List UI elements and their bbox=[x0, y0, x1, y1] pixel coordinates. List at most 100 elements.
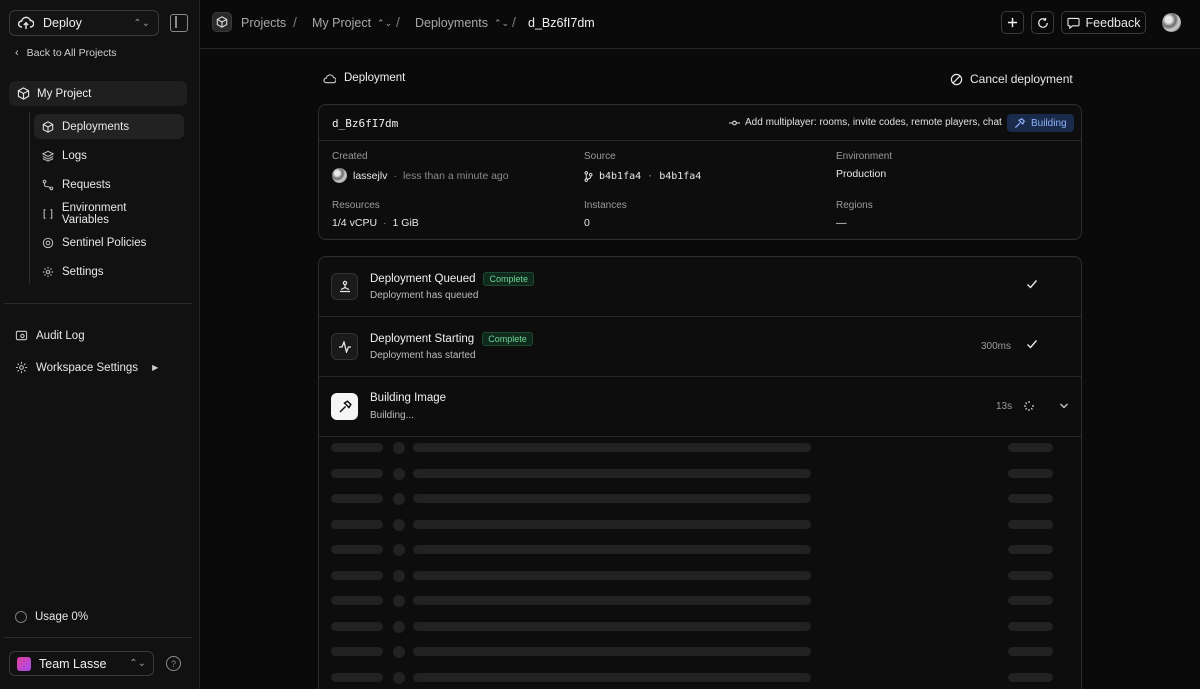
cube-icon bbox=[17, 87, 30, 100]
feedback-button[interactable]: Feedback bbox=[1061, 11, 1146, 34]
check-icon bbox=[1027, 280, 1038, 289]
sidebar-item-audit-log[interactable]: Audit Log bbox=[15, 329, 85, 342]
sidebar-item-environment-variables[interactable]: Environment Variables bbox=[34, 201, 184, 226]
skeleton-bar bbox=[1008, 494, 1053, 503]
created-value: lassejlv · less than a minute ago bbox=[332, 168, 509, 183]
app-name: Deploy bbox=[43, 16, 82, 30]
app-selector[interactable]: Deploy ⌃⌄ bbox=[9, 10, 159, 36]
sidebar-toggle-icon[interactable] bbox=[170, 14, 188, 32]
resources-cpu-unit: vCPU bbox=[349, 217, 378, 229]
section-header: Deployment bbox=[323, 72, 405, 84]
skeleton-dot bbox=[393, 518, 405, 531]
help-icon[interactable]: ? bbox=[166, 656, 181, 671]
skeleton-bar bbox=[413, 672, 811, 682]
commit-icon bbox=[729, 120, 740, 125]
cancel-label: Cancel deployment bbox=[970, 72, 1073, 86]
git-branch-icon bbox=[584, 171, 593, 182]
chevron-updown-icon: ⌃⌄ bbox=[133, 17, 150, 29]
created-time: less than a minute ago bbox=[402, 169, 509, 182]
usage-indicator[interactable]: Usage 0% bbox=[15, 611, 88, 623]
check-icon bbox=[1027, 340, 1038, 349]
usage-ring-icon bbox=[15, 611, 27, 623]
sidebar-item-project[interactable]: My Project bbox=[9, 81, 187, 106]
plus-icon bbox=[1007, 17, 1018, 28]
team-avatar bbox=[17, 656, 31, 671]
step-deployment-queued[interactable]: Deployment Queued Complete Deployment ha… bbox=[319, 257, 1081, 317]
skeleton-bar bbox=[1008, 672, 1053, 682]
add-button[interactable] bbox=[1001, 11, 1024, 34]
resources-label: Resources bbox=[332, 200, 380, 211]
separator-dot: · bbox=[383, 217, 387, 229]
environment-value: Production bbox=[836, 168, 887, 180]
chevron-left-icon: ‹ bbox=[15, 47, 19, 59]
deployment-card: d_Bz6fI7dm Add multiplayer: rooms, invit… bbox=[318, 104, 1082, 240]
step-building-image[interactable]: Building Image Building... 13s bbox=[319, 377, 1081, 437]
skeleton-bar bbox=[1008, 647, 1053, 656]
skeleton-bar bbox=[413, 570, 811, 580]
step-subtitle: Deployment has queued bbox=[370, 290, 479, 301]
usage-label: Usage 0% bbox=[35, 611, 89, 623]
breadcrumb-deployments[interactable]: Deployments ⌃⌄ bbox=[415, 16, 509, 30]
sidebar-item-requests[interactable]: Requests bbox=[34, 172, 184, 197]
cancel-deployment-button[interactable]: Cancel deployment bbox=[950, 72, 1073, 86]
resources-memory: 1 GiB bbox=[392, 217, 419, 229]
sidebar-item-workspace-settings[interactable]: Workspace Settings ▶ bbox=[15, 361, 158, 374]
commit-message: Add multiplayer: rooms, invite codes, re… bbox=[729, 117, 1002, 128]
message-icon bbox=[1066, 17, 1080, 29]
sidebar-item-sentinel-policies[interactable]: Sentinel Policies bbox=[34, 230, 184, 255]
instances-value: 0 bbox=[584, 217, 590, 229]
skeleton-dot bbox=[393, 595, 405, 607]
skeleton-bar bbox=[1008, 570, 1053, 580]
team-name: Team Lasse bbox=[39, 656, 107, 671]
cloud-icon bbox=[323, 73, 336, 83]
skeleton-dot bbox=[393, 569, 405, 582]
refresh-button[interactable] bbox=[1031, 11, 1054, 34]
skeleton-bar bbox=[1008, 443, 1053, 452]
cube-icon[interactable] bbox=[212, 12, 232, 32]
card-header: d_Bz6fI7dm Add multiplayer: rooms, invit… bbox=[319, 105, 1081, 141]
sidebar: Deploy ⌃⌄ ‹ Back to All Projects My Proj… bbox=[0, 0, 200, 689]
skeleton-bar bbox=[413, 519, 811, 529]
source-commit[interactable]: b4b1fa4 bbox=[659, 171, 701, 182]
sidebar-item-deployments[interactable]: Deployments bbox=[34, 114, 184, 139]
skeleton-bar bbox=[331, 443, 383, 452]
sidebar-item-logs[interactable]: Logs bbox=[34, 143, 184, 168]
regions-value: — bbox=[836, 217, 847, 229]
skeleton-bar bbox=[413, 647, 811, 656]
breadcrumb-project[interactable]: My Project ⌃⌄ bbox=[312, 16, 392, 30]
instances-label: Instances bbox=[584, 200, 627, 211]
source-branch[interactable]: b4b1fa4 bbox=[599, 171, 641, 182]
skeleton-bar bbox=[331, 672, 383, 682]
step-title: Deployment Starting Complete bbox=[370, 332, 533, 346]
gear-icon bbox=[42, 266, 54, 277]
workspace-settings-label: Workspace Settings bbox=[36, 361, 139, 374]
user-avatar[interactable] bbox=[1162, 13, 1181, 32]
created-user[interactable]: lassejlv bbox=[353, 170, 387, 182]
cloud-upload-icon bbox=[18, 16, 34, 29]
braces-icon bbox=[43, 208, 53, 219]
step-subtitle: Deployment has started bbox=[370, 350, 476, 361]
sidebar-item-settings[interactable]: Settings bbox=[34, 259, 184, 284]
breadcrumb-deployment-id[interactable]: d_Bz6fI7dm bbox=[528, 16, 595, 30]
skeleton-dot bbox=[393, 493, 405, 505]
skeleton-bar bbox=[331, 596, 383, 605]
sidebar-divider bbox=[4, 303, 192, 304]
hammer-icon bbox=[331, 393, 358, 420]
skeleton-bar bbox=[331, 519, 383, 529]
environment-label: Environment bbox=[836, 151, 893, 162]
breadcrumb-separator: / bbox=[396, 14, 400, 30]
chevron-down-icon[interactable] bbox=[1059, 402, 1069, 410]
deployment-id: d_Bz6fI7dm bbox=[332, 117, 399, 130]
skeleton-bar bbox=[331, 545, 383, 554]
step-deployment-starting[interactable]: Deployment Starting Complete Deployment … bbox=[319, 317, 1081, 377]
skeleton-bar bbox=[1008, 468, 1053, 478]
skeleton-dot bbox=[393, 544, 405, 556]
chevron-updown-icon: ⌃⌄ bbox=[377, 17, 393, 28]
status-badge: Building bbox=[1007, 114, 1074, 132]
team-selector[interactable]: Team Lasse ⌃⌄ bbox=[9, 651, 154, 676]
step-duration: 13s bbox=[996, 401, 1013, 412]
skeleton-bar bbox=[331, 621, 383, 631]
gear-icon bbox=[15, 361, 28, 374]
back-to-projects-link[interactable]: ‹ Back to All Projects bbox=[15, 47, 117, 59]
breadcrumb-projects[interactable]: Projects bbox=[241, 16, 286, 30]
